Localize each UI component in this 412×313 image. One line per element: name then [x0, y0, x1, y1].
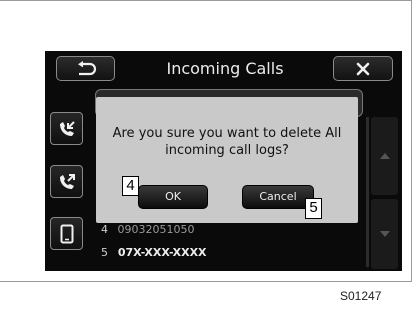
- back-arrow-icon: [77, 60, 96, 75]
- close-button[interactable]: [333, 56, 393, 81]
- scroll-down-button[interactable]: [371, 199, 398, 269]
- outgoing-call-icon: [59, 173, 75, 189]
- list-item-index: 4: [101, 223, 108, 236]
- frame-bottom-line: [0, 281, 412, 282]
- phone-device-icon: [60, 224, 73, 243]
- display-screen: Incoming Calls Delete All 4 09032051050 …: [45, 51, 402, 271]
- close-icon: [356, 62, 370, 75]
- list-item-number: 09032051050: [117, 223, 195, 236]
- sidebar-item-outgoing[interactable]: [50, 165, 83, 198]
- sidebar-item-incoming[interactable]: [50, 112, 83, 145]
- list-item-number: 07X-XXX-XXXX: [117, 246, 207, 259]
- list-item-index: 5: [101, 246, 108, 259]
- callout-ok: 4: [122, 176, 139, 196]
- screen-title: Incoming Calls: [166, 59, 284, 78]
- incoming-call-icon: [59, 120, 75, 136]
- figure-code: S01247: [340, 289, 382, 303]
- cancel-button[interactable]: Cancel: [242, 185, 314, 209]
- sidebar-item-phone[interactable]: [50, 217, 83, 250]
- frame-top-line: [0, 0, 412, 1]
- back-button[interactable]: [56, 56, 115, 81]
- callout-cancel: 5: [305, 198, 322, 219]
- list-item[interactable]: 4 09032051050: [101, 223, 194, 236]
- scroll-up-button[interactable]: [371, 117, 398, 195]
- chevron-up-icon: [379, 153, 390, 159]
- scrollbar-track[interactable]: [366, 117, 369, 267]
- list-item[interactable]: 5 07X-XXX-XXXX: [101, 246, 207, 259]
- ok-button[interactable]: OK: [138, 185, 208, 209]
- dialog-message: Are you sure you want to delete All inco…: [112, 126, 342, 158]
- chevron-down-icon: [379, 231, 390, 237]
